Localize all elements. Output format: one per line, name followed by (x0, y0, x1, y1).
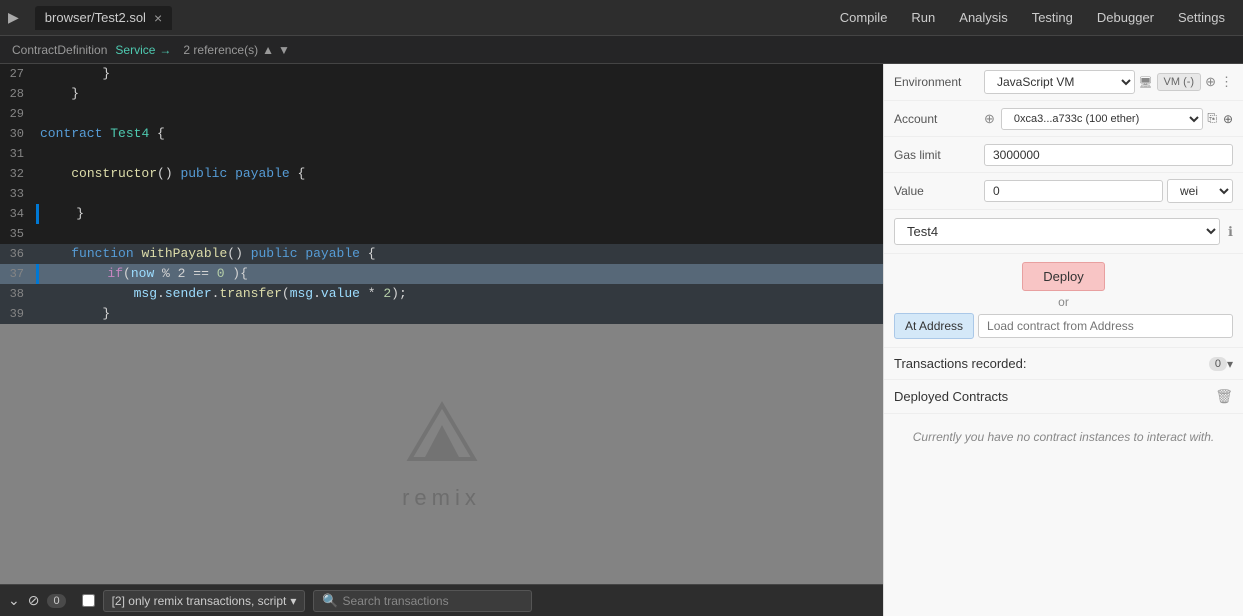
table-row: 29 (0, 104, 883, 124)
breadcrumb-arrow-icon: → (159, 43, 171, 57)
block-icon[interactable]: ⊘ (28, 592, 40, 609)
copy-icon[interactable]: ⎘ (1207, 111, 1217, 126)
table-row: 34 } (0, 204, 883, 224)
code-lines: 27 } 28 } 29 30 contract Test4 { (0, 64, 883, 324)
account-row: Account ⊕ 0xca3...a733c (100 ether) ⎘ ⊕ (884, 101, 1243, 137)
table-row: 33 (0, 184, 883, 204)
contract-selector-row: Test4 ℹ (884, 210, 1243, 254)
table-row: 35 (0, 224, 883, 244)
breadcrumb-type: ContractDefinition (12, 43, 107, 57)
filter-checkbox[interactable] (82, 594, 95, 607)
right-panel: Environment JavaScript VM 🖥 VM (-) ⊕ ⋮ A… (883, 64, 1243, 616)
value-row: Value wei gwei ether (884, 173, 1243, 210)
gas-limit-row: Gas limit (884, 137, 1243, 173)
chevron-down-icon: ▾ (1227, 357, 1233, 371)
tab-label: browser/Test2.sol (45, 10, 146, 25)
table-row: 32 constructor() public payable { (0, 164, 883, 184)
top-bar-left: ▶ browser/Test2.sol × (8, 6, 172, 30)
search-input[interactable] (343, 594, 523, 608)
or-text: or (894, 295, 1233, 309)
environment-label: Environment (894, 75, 984, 89)
account-info-icon[interactable]: ⊕ (1223, 112, 1233, 126)
breadcrumb-name: Service (115, 43, 155, 57)
remix-wordmark: remix (402, 485, 481, 511)
breadcrumb-bar: ContractDefinition Service → 2 reference… (0, 36, 1243, 64)
value-label: Value (894, 184, 984, 198)
table-row: 30 contract Test4 { (0, 124, 883, 144)
deployed-contracts-header: Deployed Contracts 🗑 (884, 380, 1243, 414)
deploy-section: Deploy or At Address (884, 254, 1243, 348)
table-row: 37 if(now % 2 == 0 ){ (0, 264, 883, 284)
chevron-down-icon: ▾ (290, 594, 296, 608)
environment-value-group: JavaScript VM 🖥 VM (-) ⊕ ⋮ (984, 70, 1233, 94)
at-address-button[interactable]: At Address (894, 313, 974, 339)
compile-btn[interactable]: Compile (830, 6, 898, 29)
trash-icon[interactable]: 🗑 (1215, 388, 1233, 405)
value-input[interactable] (984, 180, 1163, 202)
account-value-group: ⊕ 0xca3...a733c (100 ether) ⎘ ⊕ (984, 108, 1233, 130)
env-dots-icon[interactable]: ⋮ (1220, 74, 1233, 90)
account-label: Account (894, 112, 984, 126)
at-address-row: At Address (894, 313, 1233, 339)
expand-icon[interactable]: ▶ (8, 9, 19, 26)
file-tab[interactable]: browser/Test2.sol × (35, 6, 172, 30)
top-bar: ▶ browser/Test2.sol × Compile Run Analys… (0, 0, 1243, 36)
tab-close[interactable]: × (154, 10, 162, 26)
contract-info-icon[interactable]: ℹ (1228, 224, 1233, 240)
contract-select[interactable]: Test4 (894, 218, 1220, 245)
vm-badge: VM (-) (1157, 73, 1202, 91)
remix-logo-icon (402, 397, 482, 477)
account-select[interactable]: 0xca3...a733c (100 ether) (1001, 108, 1203, 130)
tx-count-badge: 0 (1209, 357, 1227, 371)
transactions-header[interactable]: Transactions recorded: 0 ▾ (884, 348, 1243, 380)
top-nav: Compile Run Analysis Testing Debugger Se… (830, 6, 1235, 29)
ref-count: 2 reference(s) (183, 43, 258, 57)
search-icon: 🔍 (322, 593, 338, 609)
bottom-toolbar: ⌄ ⊘ 0 [2] only remix transactions, scrip… (0, 584, 883, 616)
remix-watermark-area: remix (0, 324, 883, 584)
value-group: wei gwei ether (984, 179, 1233, 203)
gas-limit-input[interactable] (984, 144, 1233, 166)
table-row: 36 function withPayable() public payable… (0, 244, 883, 264)
search-box: 🔍 (313, 590, 531, 612)
account-plus-icon[interactable]: ⊕ (984, 111, 995, 127)
env-info-icon[interactable]: ⊕ (1205, 74, 1216, 90)
gas-limit-label: Gas limit (894, 148, 984, 162)
gas-limit-value-group (984, 144, 1233, 166)
table-row: 39 } (0, 304, 883, 324)
transactions-title: Transactions recorded: (894, 356, 1205, 371)
main-area: 27 } 28 } 29 30 contract Test4 { (0, 64, 1243, 616)
no-contracts-text: Currently you have no contract instances… (884, 414, 1243, 460)
table-row: 27 } (0, 64, 883, 84)
vm-icon: 🖥 (1139, 76, 1153, 89)
testing-btn[interactable]: Testing (1022, 6, 1083, 29)
address-input[interactable] (978, 314, 1233, 338)
analysis-btn[interactable]: Analysis (949, 6, 1017, 29)
code-pane[interactable]: 27 } 28 } 29 30 contract Test4 { (0, 64, 883, 324)
filter-dropdown[interactable]: [2] only remix transactions, script ▾ (103, 590, 306, 612)
settings-btn[interactable]: Settings (1168, 6, 1235, 29)
editor-area: 27 } 28 } 29 30 contract Test4 { (0, 64, 883, 616)
expand-down-icon[interactable]: ⌄ (8, 592, 20, 609)
table-row: 38 msg.sender.transfer(msg.value * 2); (0, 284, 883, 304)
deploy-button[interactable]: Deploy (1022, 262, 1104, 291)
environment-select[interactable]: JavaScript VM (984, 70, 1135, 94)
environment-row: Environment JavaScript VM 🖥 VM (-) ⊕ ⋮ (884, 64, 1243, 101)
table-row: 31 (0, 144, 883, 164)
ref-down-icon[interactable]: ▼ (278, 43, 290, 57)
debugger-btn[interactable]: Debugger (1087, 6, 1164, 29)
run-btn[interactable]: Run (901, 6, 945, 29)
tx-count-badge: 0 (47, 594, 65, 608)
deployed-title: Deployed Contracts (894, 389, 1215, 404)
table-row: 28 } (0, 84, 883, 104)
unit-select[interactable]: wei gwei ether (1167, 179, 1233, 203)
ref-up-icon[interactable]: ▲ (262, 43, 274, 57)
